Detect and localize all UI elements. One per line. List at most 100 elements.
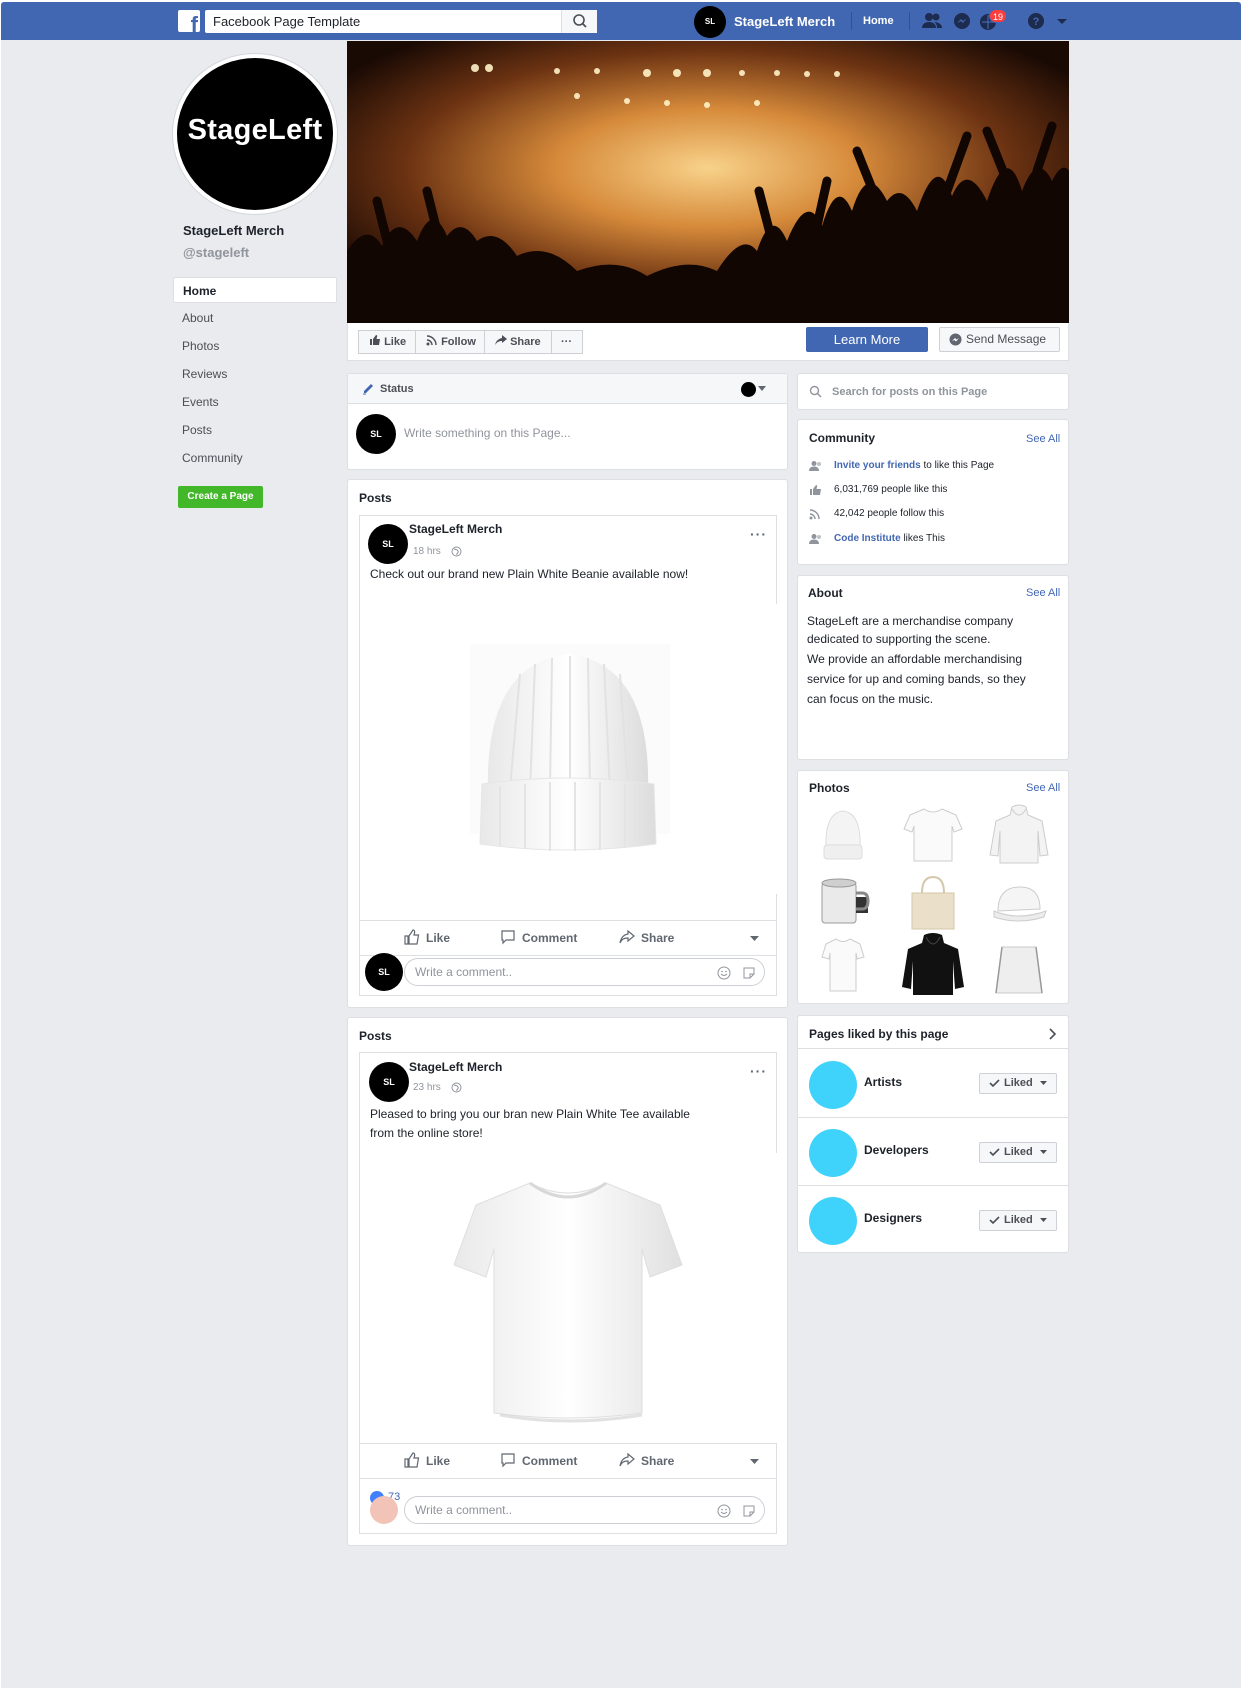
more-options-button[interactable]: ··· (551, 330, 583, 354)
sidebar-item-community[interactable]: Community (173, 445, 337, 471)
friend-requests-icon[interactable] (921, 10, 943, 32)
photo-thumbnail-beanie[interactable] (808, 801, 878, 869)
sidebar-item-posts[interactable]: Posts (173, 417, 337, 443)
liked-toggle-button[interactable]: Liked (979, 1142, 1057, 1163)
photo-thumbnail-cap[interactable] (984, 869, 1054, 937)
photo-thumbnail-drawstring-bag[interactable] (984, 931, 1054, 999)
page-action-bar: Like Follow Share ··· Learn More Send Me… (347, 323, 1069, 361)
chevron-right-icon[interactable] (1049, 1028, 1057, 1040)
search-button[interactable] (561, 10, 597, 33)
community-card: Community See All Invite your friends to… (797, 419, 1069, 565)
friend-link[interactable]: Code Institute (834, 533, 901, 544)
page-name[interactable]: StageLeft Merch (183, 223, 284, 238)
post-comment-button[interactable]: Comment (500, 930, 577, 945)
help-icon[interactable]: ? (1025, 10, 1047, 32)
photos-card: Photos See All (797, 770, 1069, 1004)
composer-input[interactable]: Write something on this Page... (404, 426, 571, 440)
send-message-button[interactable]: Send Message (939, 327, 1060, 352)
create-page-button[interactable]: Create a Page (178, 486, 263, 508)
share-outline-icon (619, 929, 635, 944)
post-share-label: Share (641, 1454, 675, 1468)
chevron-down-icon[interactable] (750, 1459, 759, 1465)
photo-thumbnail-tote-bag[interactable] (898, 869, 968, 937)
post-share-button[interactable]: Share (619, 1452, 675, 1468)
liked-page-name[interactable]: Artists (864, 1075, 902, 1089)
post-like-button[interactable]: Like (404, 1452, 450, 1468)
search-input[interactable]: Facebook Page Template (205, 10, 597, 33)
sidebar-item-events[interactable]: Events (173, 389, 337, 415)
photo-thumbnail-hoodie[interactable] (984, 801, 1054, 869)
like-page-button[interactable]: Like (358, 330, 416, 354)
profile-picture[interactable]: StageLeft (173, 54, 337, 214)
facebook-logo-icon[interactable]: f (178, 10, 200, 32)
post-action-row: Like Comment Share (360, 920, 776, 956)
share-page-button[interactable]: Share (484, 330, 552, 354)
follow-page-button[interactable]: Follow (415, 330, 485, 354)
commenter-avatar: SL (365, 953, 403, 991)
invite-rest-text: to like this Page (923, 460, 995, 471)
cover-photo[interactable] (347, 41, 1069, 323)
composer-header (348, 374, 787, 404)
liked-page-avatar[interactable] (809, 1061, 857, 1109)
photo-thumbnail-tshirt[interactable] (898, 801, 968, 869)
pages-liked-card: Pages liked by this page Artists Liked D… (797, 1015, 1069, 1253)
chevron-down-icon[interactable] (750, 936, 759, 942)
page-post-search[interactable]: Search for posts on this Page (797, 373, 1069, 410)
invite-friends-link[interactable]: Invite your friends (834, 460, 921, 471)
sticker-icon[interactable] (742, 966, 756, 980)
photo-thumbnail-fitted-tee[interactable] (808, 931, 878, 999)
post-author-name[interactable]: StageLeft Merch (409, 1060, 502, 1074)
liked-page-name[interactable]: Developers (864, 1143, 929, 1157)
post-comment-button[interactable]: Comment (500, 1453, 577, 1468)
posting-as-avatar[interactable] (741, 382, 756, 397)
post-author-name[interactable]: StageLeft Merch (409, 522, 502, 536)
about-line: StageLeft are a merchandise company (807, 614, 1014, 628)
sidebar-item-about[interactable]: About (173, 305, 337, 331)
about-see-all-link[interactable]: See All (1026, 587, 1060, 599)
liked-page-avatar[interactable] (809, 1197, 857, 1245)
status-tab[interactable]: Status (380, 383, 414, 395)
photo-thumbnail-mug[interactable] (808, 869, 878, 937)
liked-page-name[interactable]: Designers (864, 1211, 922, 1225)
comment-input[interactable]: Write a comment.. (404, 1496, 765, 1524)
messenger-icon[interactable] (951, 10, 973, 32)
chevron-down-icon[interactable] (758, 386, 766, 392)
community-see-all-link[interactable]: See All (1026, 433, 1060, 445)
sticker-icon[interactable] (742, 1504, 756, 1518)
share-arrow-icon (495, 335, 507, 345)
post-share-button[interactable]: Share (619, 929, 674, 945)
post-options-icon[interactable]: ··· (750, 1063, 767, 1079)
post-author-avatar[interactable]: SL (368, 524, 408, 564)
sidebar-item-home[interactable]: Home (173, 277, 337, 303)
post-timestamp[interactable]: 18 hrs (413, 546, 441, 557)
sidebar-item-reviews[interactable]: Reviews (173, 361, 337, 387)
emoji-icon[interactable] (717, 966, 731, 980)
liked-toggle-button[interactable]: Liked (979, 1073, 1057, 1094)
nav-page-name[interactable]: StageLeft Merch (734, 14, 835, 29)
pages-liked-title[interactable]: Pages liked by this page (809, 1027, 948, 1041)
page-handle[interactable]: @stageleft (183, 245, 249, 260)
account-menu-chevron-icon[interactable] (1051, 10, 1073, 32)
page-likes-count[interactable]: 6,031,769 people like this (834, 484, 947, 495)
post-image[interactable] (360, 604, 778, 894)
nav-home-link[interactable]: Home (863, 15, 894, 27)
learn-more-button[interactable]: Learn More (806, 327, 928, 352)
post-author-avatar[interactable]: SL (369, 1062, 409, 1102)
page-follows-count[interactable]: 42,042 people follow this (834, 508, 944, 519)
comment-input[interactable]: Write a comment.. (404, 958, 765, 986)
checkmark-icon (989, 1216, 1000, 1225)
photo-thumbnail-black-hoodie[interactable] (898, 931, 968, 999)
post-image[interactable] (360, 1153, 778, 1443)
post-like-button[interactable]: Like (404, 929, 450, 945)
photos-see-all-link[interactable]: See All (1026, 782, 1060, 794)
post-timestamp[interactable]: 23 hrs (413, 1082, 441, 1093)
nav-page-avatar[interactable]: SL (694, 6, 726, 38)
emoji-icon[interactable] (717, 1504, 731, 1518)
page-search-placeholder[interactable]: Search for posts on this Page (832, 386, 987, 398)
post-options-icon[interactable]: ··· (750, 526, 767, 542)
liked-page-avatar[interactable] (809, 1129, 857, 1177)
post: SL StageLeft Merch 18 hrs ··· Check out … (359, 515, 778, 996)
sidebar-item-photos[interactable]: Photos (173, 333, 337, 359)
svg-text:?: ? (1033, 16, 1040, 28)
liked-toggle-button[interactable]: Liked (979, 1210, 1057, 1231)
